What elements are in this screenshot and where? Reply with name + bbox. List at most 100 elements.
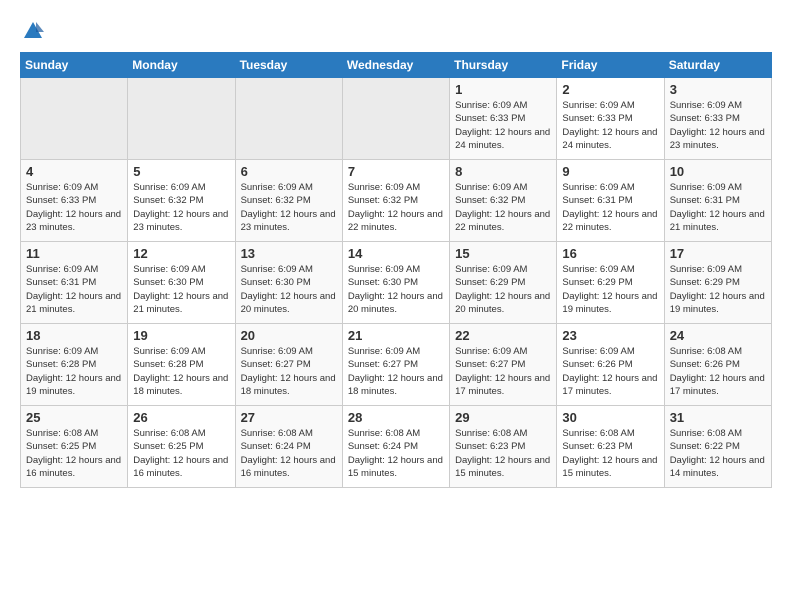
day-cell: 20 Sunrise: 6:09 AM Sunset: 6:27 PM Dayli…	[235, 324, 342, 406]
weekday-header-monday: Monday	[128, 53, 235, 78]
day-info: Sunrise: 6:09 AM Sunset: 6:32 PM Dayligh…	[348, 181, 444, 234]
day-number: 30	[562, 410, 658, 425]
day-number: 19	[133, 328, 229, 343]
day-number: 28	[348, 410, 444, 425]
day-cell: 3 Sunrise: 6:09 AM Sunset: 6:33 PM Daylig…	[664, 78, 771, 160]
day-info: Sunrise: 6:08 AM Sunset: 6:24 PM Dayligh…	[241, 427, 337, 480]
day-number: 4	[26, 164, 122, 179]
weekday-header-thursday: Thursday	[450, 53, 557, 78]
day-number: 2	[562, 82, 658, 97]
day-info: Sunrise: 6:08 AM Sunset: 6:25 PM Dayligh…	[133, 427, 229, 480]
day-cell: 13Sunrise: 6:09 AM Sunset: 6:30 PM Dayli…	[235, 242, 342, 324]
header	[20, 20, 772, 42]
day-cell: 12 Sunrise: 6:09 AM Sunset: 6:30 PM Dayli…	[128, 242, 235, 324]
day-info: Sunrise: 6:08 AM Sunset: 6:22 PM Dayligh…	[670, 427, 766, 480]
day-info: Sunrise: 6:09 AM Sunset: 6:27 PM Dayligh…	[348, 345, 444, 398]
day-info: Sunrise: 6:09 AM Sunset: 6:30 PM Dayligh…	[348, 263, 444, 316]
day-number: 21	[348, 328, 444, 343]
weekday-header-sunday: Sunday	[21, 53, 128, 78]
weekday-header-friday: Friday	[557, 53, 664, 78]
day-number: 14	[348, 246, 444, 261]
day-info: Sunrise: 6:09 AM Sunset: 6:33 PM Dayligh…	[562, 99, 658, 152]
week-row-3: 11 Sunrise: 6:09 AM Sunset: 6:31 PM Dayli…	[21, 242, 772, 324]
day-cell: 14 Sunrise: 6:09 AM Sunset: 6:30 PM Dayli…	[342, 242, 449, 324]
logo-icon	[22, 20, 44, 42]
day-number: 26	[133, 410, 229, 425]
day-info: Sunrise: 6:09 AM Sunset: 6:32 PM Dayligh…	[133, 181, 229, 234]
day-info: Sunrise: 6:09 AM Sunset: 6:31 PM Dayligh…	[670, 181, 766, 234]
day-cell: 31 Sunrise: 6:08 AM Sunset: 6:22 PM Dayli…	[664, 406, 771, 488]
day-cell: 26 Sunrise: 6:08 AM Sunset: 6:25 PM Dayli…	[128, 406, 235, 488]
day-cell	[128, 78, 235, 160]
day-info: Sunrise: 6:09 AM Sunset: 6:32 PM Dayligh…	[455, 181, 551, 234]
logo-text	[20, 20, 46, 42]
day-info: Sunrise: 6:08 AM Sunset: 6:25 PM Dayligh…	[26, 427, 122, 480]
day-info: Sunrise: 6:09 AM Sunset: 6:27 PM Dayligh…	[241, 345, 337, 398]
weekday-header-saturday: Saturday	[664, 53, 771, 78]
day-number: 3	[670, 82, 766, 97]
day-cell: 10 Sunrise: 6:09 AM Sunset: 6:31 PM Dayli…	[664, 160, 771, 242]
logo	[20, 20, 46, 42]
weekday-header-wednesday: Wednesday	[342, 53, 449, 78]
day-number: 10	[670, 164, 766, 179]
day-number: 31	[670, 410, 766, 425]
day-cell: 15 Sunrise: 6:09 AM Sunset: 6:29 PM Dayli…	[450, 242, 557, 324]
day-cell: 5Sunrise: 6:09 AM Sunset: 6:32 PM Daylig…	[128, 160, 235, 242]
day-number: 27	[241, 410, 337, 425]
weekday-header-tuesday: Tuesday	[235, 53, 342, 78]
day-cell	[342, 78, 449, 160]
week-row-5: 25 Sunrise: 6:08 AM Sunset: 6:25 PM Dayli…	[21, 406, 772, 488]
day-info: Sunrise: 6:09 AM Sunset: 6:27 PM Dayligh…	[455, 345, 551, 398]
day-info: Sunrise: 6:09 AM Sunset: 6:30 PM Dayligh…	[241, 263, 337, 316]
day-cell: 22 Sunrise: 6:09 AM Sunset: 6:27 PM Dayli…	[450, 324, 557, 406]
day-info: Sunrise: 6:08 AM Sunset: 6:23 PM Dayligh…	[562, 427, 658, 480]
day-number: 16	[562, 246, 658, 261]
day-info: Sunrise: 6:09 AM Sunset: 6:29 PM Dayligh…	[455, 263, 551, 316]
day-number: 7	[348, 164, 444, 179]
day-cell: 2 Sunrise: 6:09 AM Sunset: 6:33 PM Daylig…	[557, 78, 664, 160]
day-cell: 23Sunrise: 6:09 AM Sunset: 6:26 PM Dayli…	[557, 324, 664, 406]
day-number: 15	[455, 246, 551, 261]
day-cell: 16 Sunrise: 6:09 AM Sunset: 6:29 PM Dayli…	[557, 242, 664, 324]
day-cell: 27 Sunrise: 6:08 AM Sunset: 6:24 PM Dayli…	[235, 406, 342, 488]
day-cell: 6 Sunrise: 6:09 AM Sunset: 6:32 PM Daylig…	[235, 160, 342, 242]
day-info: Sunrise: 6:09 AM Sunset: 6:33 PM Dayligh…	[26, 181, 122, 234]
day-cell: 24Sunrise: 6:08 AM Sunset: 6:26 PM Dayli…	[664, 324, 771, 406]
day-info: Sunrise: 6:09 AM Sunset: 6:28 PM Dayligh…	[26, 345, 122, 398]
day-cell: 30 Sunrise: 6:08 AM Sunset: 6:23 PM Dayli…	[557, 406, 664, 488]
day-cell	[21, 78, 128, 160]
day-cell: 4 Sunrise: 6:09 AM Sunset: 6:33 PM Daylig…	[21, 160, 128, 242]
day-number: 8	[455, 164, 551, 179]
day-info: Sunrise: 6:09 AM Sunset: 6:32 PM Dayligh…	[241, 181, 337, 234]
calendar-table: SundayMondayTuesdayWednesdayThursdayFrid…	[20, 52, 772, 488]
day-cell: 21 Sunrise: 6:09 AM Sunset: 6:27 PM Dayli…	[342, 324, 449, 406]
day-cell: 25 Sunrise: 6:08 AM Sunset: 6:25 PM Dayli…	[21, 406, 128, 488]
day-info: Sunrise: 6:08 AM Sunset: 6:24 PM Dayligh…	[348, 427, 444, 480]
day-info: Sunrise: 6:09 AM Sunset: 6:33 PM Dayligh…	[670, 99, 766, 152]
day-number: 24	[670, 328, 766, 343]
day-info: Sunrise: 6:09 AM Sunset: 6:30 PM Dayligh…	[133, 263, 229, 316]
day-info: Sunrise: 6:09 AM Sunset: 6:31 PM Dayligh…	[562, 181, 658, 234]
week-row-2: 4 Sunrise: 6:09 AM Sunset: 6:33 PM Daylig…	[21, 160, 772, 242]
day-cell: 11 Sunrise: 6:09 AM Sunset: 6:31 PM Dayli…	[21, 242, 128, 324]
day-number: 6	[241, 164, 337, 179]
day-number: 1	[455, 82, 551, 97]
day-number: 25	[26, 410, 122, 425]
day-number: 23	[562, 328, 658, 343]
day-cell: 29Sunrise: 6:08 AM Sunset: 6:23 PM Dayli…	[450, 406, 557, 488]
day-info: Sunrise: 6:08 AM Sunset: 6:23 PM Dayligh…	[455, 427, 551, 480]
day-info: Sunrise: 6:09 AM Sunset: 6:31 PM Dayligh…	[26, 263, 122, 316]
day-cell: 28 Sunrise: 6:08 AM Sunset: 6:24 PM Dayli…	[342, 406, 449, 488]
day-cell: 8 Sunrise: 6:09 AM Sunset: 6:32 PM Daylig…	[450, 160, 557, 242]
day-cell: 1Sunrise: 6:09 AM Sunset: 6:33 PM Daylig…	[450, 78, 557, 160]
day-cell: 9Sunrise: 6:09 AM Sunset: 6:31 PM Daylig…	[557, 160, 664, 242]
weekday-header-row: SundayMondayTuesdayWednesdayThursdayFrid…	[21, 53, 772, 78]
day-number: 11	[26, 246, 122, 261]
day-info: Sunrise: 6:09 AM Sunset: 6:29 PM Dayligh…	[562, 263, 658, 316]
day-cell: 17Sunrise: 6:09 AM Sunset: 6:29 PM Dayli…	[664, 242, 771, 324]
day-number: 20	[241, 328, 337, 343]
week-row-1: 1 Sunrise: 6:09 AM Sunset: 6:33 PM Daylig…	[21, 78, 772, 160]
day-cell: 18Sunrise: 6:09 AM Sunset: 6:28 PM Dayli…	[21, 324, 128, 406]
day-number: 12	[133, 246, 229, 261]
day-number: 22	[455, 328, 551, 343]
